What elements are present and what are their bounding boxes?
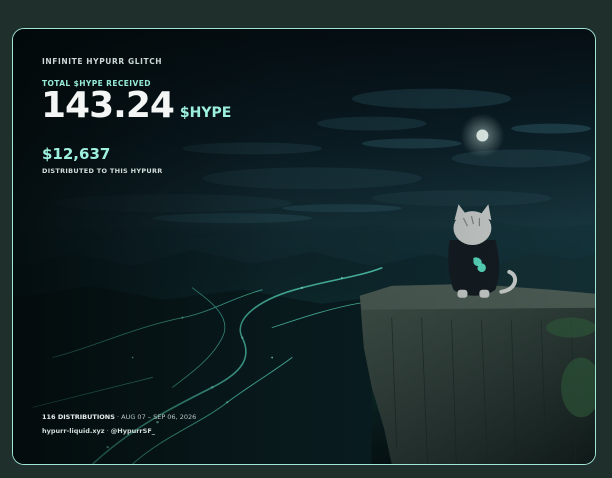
date-range: · AUG 07 – SEP 06, 2026 (114, 413, 197, 421)
usd-caption: DISTRIBUTED TO THIS HYPURR (42, 167, 163, 175)
site-link[interactable]: hypurr-liquid.xyz (42, 427, 105, 435)
distribution-summary: 116 DISTRIBUTIONS · AUG 07 – SEP 06, 202… (42, 413, 196, 421)
hype-unit: $HYPE (179, 105, 232, 121)
card-title: INFINITE HYPURR GLITCH (42, 57, 163, 66)
footer-credits: hypurr-liquid.xyz · @HypurrSF_ (42, 427, 155, 435)
amount-row: 143.24 $HYPE (41, 85, 231, 126)
hype-amount: 143.24 (41, 85, 175, 126)
glitch-card: INFINITE HYPURR GLITCH TOTAL $HYPE RECEI… (12, 28, 596, 465)
social-handle[interactable]: @HypurrSF_ (111, 427, 155, 435)
card-text-overlay: INFINITE HYPURR GLITCH TOTAL $HYPE RECEI… (13, 29, 595, 464)
usd-value: $12,637 (42, 145, 111, 163)
distribution-count: 116 DISTRIBUTIONS (42, 413, 115, 421)
